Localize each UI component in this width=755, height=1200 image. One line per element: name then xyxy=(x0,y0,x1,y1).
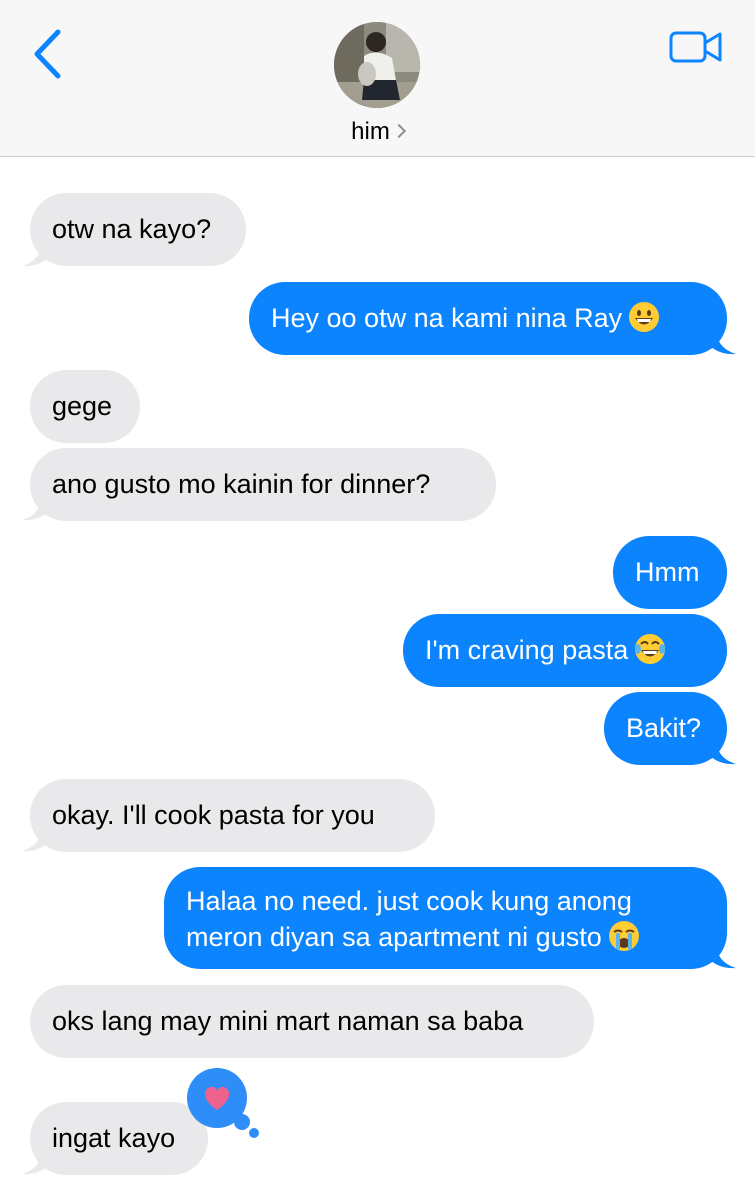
message-bubble-incoming[interactable]: okay. I'll cook pasta for you xyxy=(30,779,435,852)
message-text: Bakit? xyxy=(626,713,702,743)
message-text: ano gusto mo kainin for dinner? xyxy=(52,469,431,499)
chevron-left-icon xyxy=(34,29,61,79)
video-camera-icon xyxy=(669,31,722,63)
message-text: otw na kayo? xyxy=(52,214,212,244)
message-content: meron diyan sa apartment ni gusto xyxy=(186,919,705,955)
message-bubble-incoming[interactable]: ingat kayo xyxy=(30,1102,208,1175)
message-text: I'm craving pasta xyxy=(425,635,629,665)
message-text: Hey oo otw na kami nina Ray xyxy=(271,303,623,333)
contact-name: him xyxy=(351,118,390,145)
heart-icon xyxy=(187,1068,259,1138)
avatar-photo xyxy=(334,22,420,108)
bubble-tail xyxy=(710,942,736,969)
chevron-right-icon xyxy=(391,123,406,139)
message-bubble-outgoing[interactable]: Halaa no need. just cook kung anong mero… xyxy=(164,867,727,969)
contact-avatar[interactable] xyxy=(334,22,420,108)
message-bubble-outgoing[interactable]: I'm craving pasta xyxy=(403,614,727,687)
bubble-tail xyxy=(710,328,736,355)
bubble-tail xyxy=(22,494,48,521)
message-line: meron diyan sa apartment ni gusto xyxy=(186,922,602,952)
message-bubble-outgoing[interactable]: Hey oo otw na kami nina Ray xyxy=(249,282,727,355)
message-text: gege xyxy=(52,391,113,421)
grinning-face-emoji xyxy=(629,302,660,332)
message-content: I'm craving pasta xyxy=(425,632,705,668)
facetime-video-button[interactable] xyxy=(666,28,726,68)
bubble-tail xyxy=(22,240,48,267)
message-text: Hmm xyxy=(635,557,700,587)
bubble-tail xyxy=(710,738,736,765)
bubble-tail xyxy=(22,1148,48,1175)
back-button[interactable] xyxy=(22,24,82,84)
message-bubble-incoming[interactable]: oks lang may mini mart naman sa baba xyxy=(30,985,594,1058)
message-bubble-incoming[interactable]: gege xyxy=(30,370,140,443)
message-bubble-outgoing[interactable]: Bakit? xyxy=(604,692,727,765)
bubble-tail xyxy=(22,825,48,852)
message-text: okay. I'll cook pasta for you xyxy=(52,800,375,830)
loudly-crying-face-emoji xyxy=(608,921,639,951)
message-content: Hey oo otw na kami nina Ray xyxy=(271,300,705,336)
message-text: oks lang may mini mart naman sa baba xyxy=(52,1006,524,1036)
message-bubble-outgoing[interactable]: Hmm xyxy=(613,536,727,609)
conversation-header: him xyxy=(0,0,755,157)
message-line: Halaa no need. just cook kung anong xyxy=(186,886,632,916)
message-bubble-incoming[interactable]: ano gusto mo kainin for dinner? xyxy=(30,448,496,521)
message-bubble-incoming[interactable]: otw na kayo? xyxy=(30,193,246,266)
contact-name-button[interactable]: him xyxy=(0,118,755,146)
message-text: ingat kayo xyxy=(52,1123,176,1153)
tapback-reaction[interactable] xyxy=(186,1068,259,1138)
tears-of-joy-face-emoji xyxy=(635,634,666,664)
